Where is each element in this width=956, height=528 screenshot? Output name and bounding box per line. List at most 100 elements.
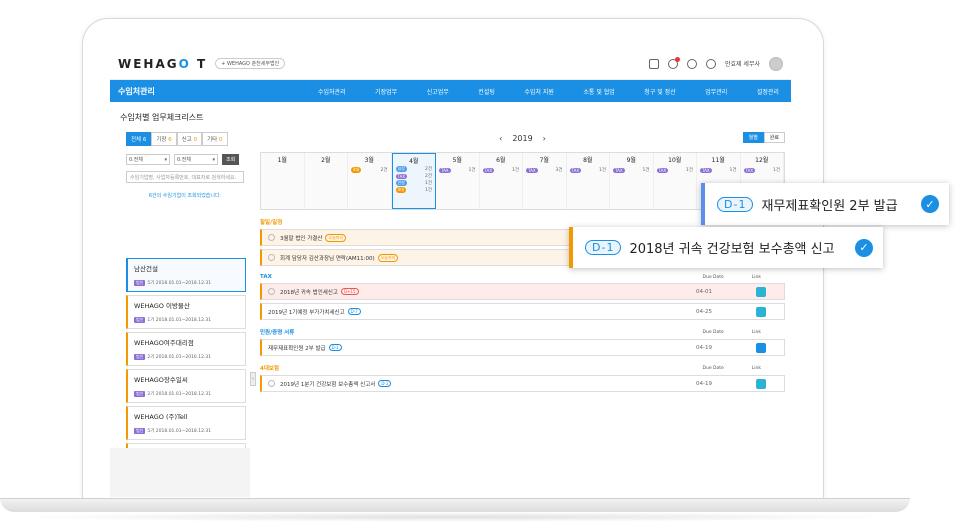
- app-screen: WEHAGO T + WEHAGO 춘천세무법인 안효제 세무사 수임처관리 수…: [110, 48, 791, 497]
- next-year-button[interactable]: ›: [543, 134, 546, 143]
- select-value: 0.전체: [129, 157, 143, 163]
- app-logo[interactable]: WEHAGO T: [118, 57, 207, 71]
- month-cell[interactable]: 5월 TAX 1건: [436, 153, 480, 209]
- nav-item-collaboration[interactable]: 소통 및 협업: [583, 87, 614, 96]
- nav-item-billing[interactable]: 청구 및 정산: [644, 87, 675, 96]
- event-count: 1건: [424, 181, 432, 186]
- collapse-handle[interactable]: ‹: [250, 372, 256, 386]
- prev-year-button[interactable]: ‹: [499, 134, 502, 143]
- company-list-item[interactable]: WEHAGO 이방물산 법인 1기 2018.01.01~2018.12.31: [126, 295, 246, 329]
- month-cell[interactable]: 7월 TAX 3건: [523, 153, 567, 209]
- calendar-event[interactable]: TAX 1건: [567, 167, 610, 173]
- month-cell[interactable]: 1월: [261, 153, 305, 209]
- year-label: 2019: [512, 133, 533, 143]
- nav-item-consulting[interactable]: 컨설팅: [478, 87, 495, 96]
- nav-item-settings[interactable]: 설정관리: [757, 87, 779, 96]
- callout-civil-task: D-1 재무제표확인원 2부 발급 ✓: [701, 183, 949, 225]
- help-icon[interactable]: [705, 58, 716, 69]
- calendar-event[interactable]: TAX 1건: [480, 167, 523, 173]
- nav-title[interactable]: 수임처관리: [118, 86, 318, 97]
- check-circle-icon[interactable]: [268, 380, 275, 387]
- tab-filing[interactable]: 신고 0: [176, 132, 203, 146]
- tab-count: 0: [193, 137, 198, 143]
- calendar-event[interactable]: 4대 2건: [348, 167, 391, 173]
- section-title: 4대보험: [260, 366, 280, 372]
- task-text: 회계 담당자 김산과장님 연락(AM11:00): [280, 255, 375, 262]
- month-cell[interactable]: 2월: [305, 153, 348, 209]
- check-circle-icon[interactable]: [268, 254, 275, 261]
- task-row[interactable]: 2018년 귀속 법인세신고 D+15 04-01: [260, 283, 785, 300]
- company-selector[interactable]: + WEHAGO 춘천세무법인: [215, 58, 286, 69]
- calendar-event[interactable]: TAX 1건: [741, 167, 784, 173]
- company-list-item[interactable]: WEHAGO여주대리점 법인 2기 2018.01.01~2016.12.31: [126, 332, 246, 366]
- calendar-event[interactable]: TAX 3건: [523, 167, 566, 173]
- avatar[interactable]: [769, 56, 783, 71]
- corp-badge: 법인: [134, 280, 146, 286]
- due-date-header: Due Date: [702, 365, 724, 371]
- company-list: 남산건설 법인 5기 2018.01.01~2018.12.31 WEHAGO 이방물…: [126, 258, 246, 480]
- task-row[interactable]: 2019년 1분기 건강보험 보수총액 신고서 D-1 04-19: [260, 375, 785, 392]
- company-list-item[interactable]: WEHAGO장수일씨 법인 2기 2018.01.01~2018.12.31: [126, 369, 246, 403]
- month-label: 6월: [496, 157, 506, 164]
- tab-bookkeeping[interactable]: 기장 6: [151, 132, 177, 146]
- view-monthly-button[interactable]: 월별: [742, 132, 764, 143]
- page-title: 수임처별 업무체크리스트: [120, 113, 204, 122]
- company-list-item[interactable]: 남산건설 법인 5기 2018.01.01~2018.12.31: [126, 258, 246, 292]
- nav-item-client-mgmt[interactable]: 수임처관리: [318, 87, 346, 96]
- calendar-event[interactable]: TAX 2건: [393, 173, 436, 179]
- nav-item-bookkeeping[interactable]: 기장업무: [375, 87, 397, 96]
- month-cell[interactable]: 10월 TAX 1건: [654, 153, 697, 209]
- dday-tag: 오늘까지: [377, 253, 399, 262]
- event-count: 1건: [424, 188, 432, 193]
- company-name: WEHAGO (주)Tell: [134, 413, 188, 421]
- notification-icon[interactable]: [667, 56, 680, 69]
- task-row[interactable]: 2019년 1기예정 부가가치세신고 D-7 04-25: [260, 303, 785, 320]
- calendar-event[interactable]: TAX 1건: [654, 167, 697, 173]
- calendar-event[interactable]: TAX 1건: [697, 167, 740, 173]
- filter-select-2[interactable]: 0.전체 ▾: [174, 154, 218, 165]
- filter-select-1[interactable]: 0.전체 ▾: [126, 154, 170, 165]
- month-label: 10월: [668, 157, 682, 164]
- calendar-event[interactable]: 4대 1건: [393, 187, 436, 193]
- tab-other[interactable]: 기타 0: [202, 132, 228, 146]
- callout-text: 2018년 귀속 건강보험 보수총액 신고: [629, 242, 835, 257]
- task-row[interactable]: 재무제표확인원 2부 발급 D-1 04-19: [260, 339, 785, 356]
- link-header: Link: [751, 274, 761, 280]
- search-input[interactable]: 수임기업명, 사업자등록번호, 대표자로 검색하세요.: [126, 171, 244, 183]
- calendar-event[interactable]: 민원 1건: [393, 180, 436, 186]
- due-date: 04-19: [696, 380, 712, 387]
- tab-all[interactable]: 전체 6: [126, 132, 152, 146]
- company-list-item[interactable]: WEHAGO (주)Tell 법인 5기 2018.01.01~2018.12.31: [126, 406, 246, 440]
- month-cell[interactable]: 9월 TAX 1건: [610, 153, 654, 209]
- month-cell[interactable]: 4월 일정 2건 TAX 2건 민원 1건 4대 1건: [391, 153, 436, 209]
- link-icon[interactable]: [756, 306, 766, 317]
- link-icon[interactable]: [756, 342, 766, 353]
- check-circle-icon[interactable]: [268, 234, 275, 241]
- points-icon[interactable]: [686, 58, 697, 69]
- nav-item-client-support[interactable]: 수임처 지원: [524, 87, 554, 96]
- user-name[interactable]: 안효제 세무사: [725, 59, 760, 68]
- check-circle-icon[interactable]: [268, 288, 275, 295]
- event-tag: 4대: [395, 187, 406, 193]
- link-icon[interactable]: [756, 378, 766, 389]
- month-cell[interactable]: 8월 TAX 1건: [567, 153, 610, 209]
- month-cell[interactable]: 3월 4대 2건: [348, 153, 392, 209]
- calendar-event[interactable]: TAX 1건: [610, 167, 653, 173]
- nav-item-filing[interactable]: 신고업무: [427, 87, 449, 96]
- search-button[interactable]: 조회: [222, 154, 240, 165]
- memo-icon[interactable]: [648, 58, 659, 69]
- tab-label: 신고: [181, 137, 192, 143]
- event-tag: TAX: [526, 167, 538, 173]
- corp-badge: 법인: [134, 391, 146, 397]
- view-done-button[interactable]: 완료: [763, 132, 785, 143]
- nav-item-work-mgmt[interactable]: 업무관리: [705, 87, 727, 96]
- month-cell[interactable]: 6월 TAX 1건: [480, 153, 523, 209]
- due-date: 04-01: [696, 288, 712, 295]
- calendar-event[interactable]: TAX 1건: [436, 167, 479, 173]
- calendar-event[interactable]: 일정 2건: [393, 166, 436, 172]
- fiscal-period: 5기 2018.01.01~2018.12.31: [147, 429, 212, 434]
- check-icon: ✓: [855, 238, 873, 257]
- company-name: WEHAGO 춘천세무법인: [226, 61, 280, 67]
- link-icon[interactable]: [756, 286, 766, 297]
- month-label: 8월: [583, 157, 593, 164]
